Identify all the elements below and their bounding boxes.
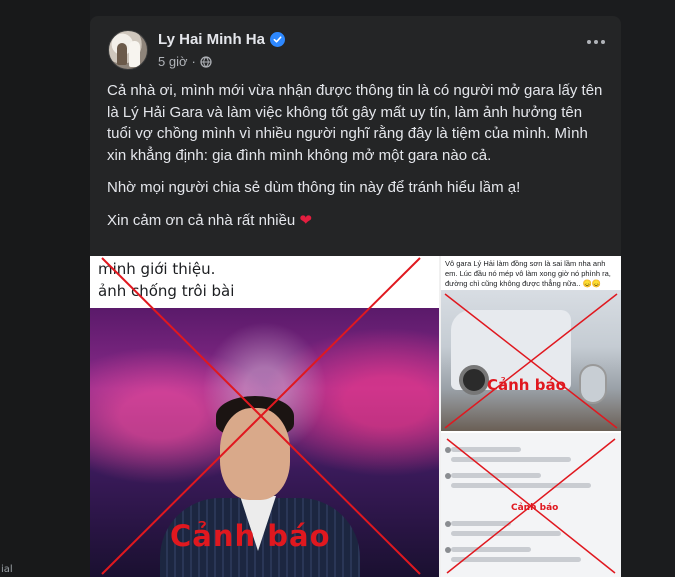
edge-label: ial bbox=[1, 564, 13, 575]
photo-caption-area: minh giới thiệu. ảnh chống trôi bài bbox=[90, 256, 439, 308]
photo-caption-line-2: ảnh chống trôi bài bbox=[98, 282, 235, 300]
photo-main[interactable]: minh giới thiệu. ảnh chống trôi bài Cảnh… bbox=[90, 256, 439, 577]
car-image bbox=[441, 290, 621, 431]
post-time[interactable]: 5 giờ bbox=[158, 54, 188, 69]
author-row: Ly Hai Minh Ha bbox=[158, 31, 285, 48]
warning-label-main: Cảnh báo bbox=[170, 519, 331, 553]
heart-icon: ❤ bbox=[299, 211, 313, 229]
post-meta: 5 giờ · bbox=[158, 54, 212, 69]
post-header: Ly Hai Minh Ha 5 giờ · bbox=[90, 16, 621, 80]
post-paragraph-2: Nhờ mọi người chia sẻ dùm thông tin này … bbox=[107, 179, 521, 196]
avatar[interactable] bbox=[108, 30, 148, 70]
author-name[interactable]: Ly Hai Minh Ha bbox=[158, 31, 265, 48]
post-body: Cả nhà ơi, mình mới vừa nhận được thông … bbox=[90, 80, 621, 231]
left-sidebar-area: ial bbox=[0, 0, 90, 577]
car-photo-caption: Vô gara Lý Hải làm đồng sơn là sai lầm n… bbox=[445, 259, 611, 288]
warning-label-car: Cảnh báo bbox=[487, 376, 566, 394]
post-paragraph-3: Xin cảm ơn cả nhà rất nhiều ❤ bbox=[107, 210, 605, 232]
photo-caption-line-1: minh giới thiệu. bbox=[98, 260, 216, 278]
warning-label-chat: Cảnh báo bbox=[511, 503, 559, 513]
meta-separator: · bbox=[191, 54, 196, 69]
verified-badge-icon bbox=[269, 32, 285, 47]
chat-screenshot: Cảnh báo bbox=[441, 433, 621, 577]
globe-icon bbox=[200, 55, 212, 68]
photo-side[interactable]: Vô gara Lý Hải làm đồng sơn là sai lầm n… bbox=[441, 256, 621, 577]
post-media: minh giới thiệu. ảnh chống trôi bài Cảnh… bbox=[90, 256, 621, 577]
post-card: Ly Hai Minh Ha 5 giờ · Cả nhà ơi, mình m… bbox=[90, 16, 621, 577]
person-face bbox=[220, 408, 290, 500]
more-options-icon[interactable] bbox=[587, 40, 605, 44]
car-photo: Vô gara Lý Hải làm đồng sơn là sai lầm n… bbox=[441, 256, 621, 431]
post-paragraph-3-text: Xin cảm ơn cả nhà rất nhiều bbox=[107, 211, 296, 229]
post-paragraph-1: Cả nhà ơi, mình mới vừa nhận được thông … bbox=[107, 82, 603, 164]
